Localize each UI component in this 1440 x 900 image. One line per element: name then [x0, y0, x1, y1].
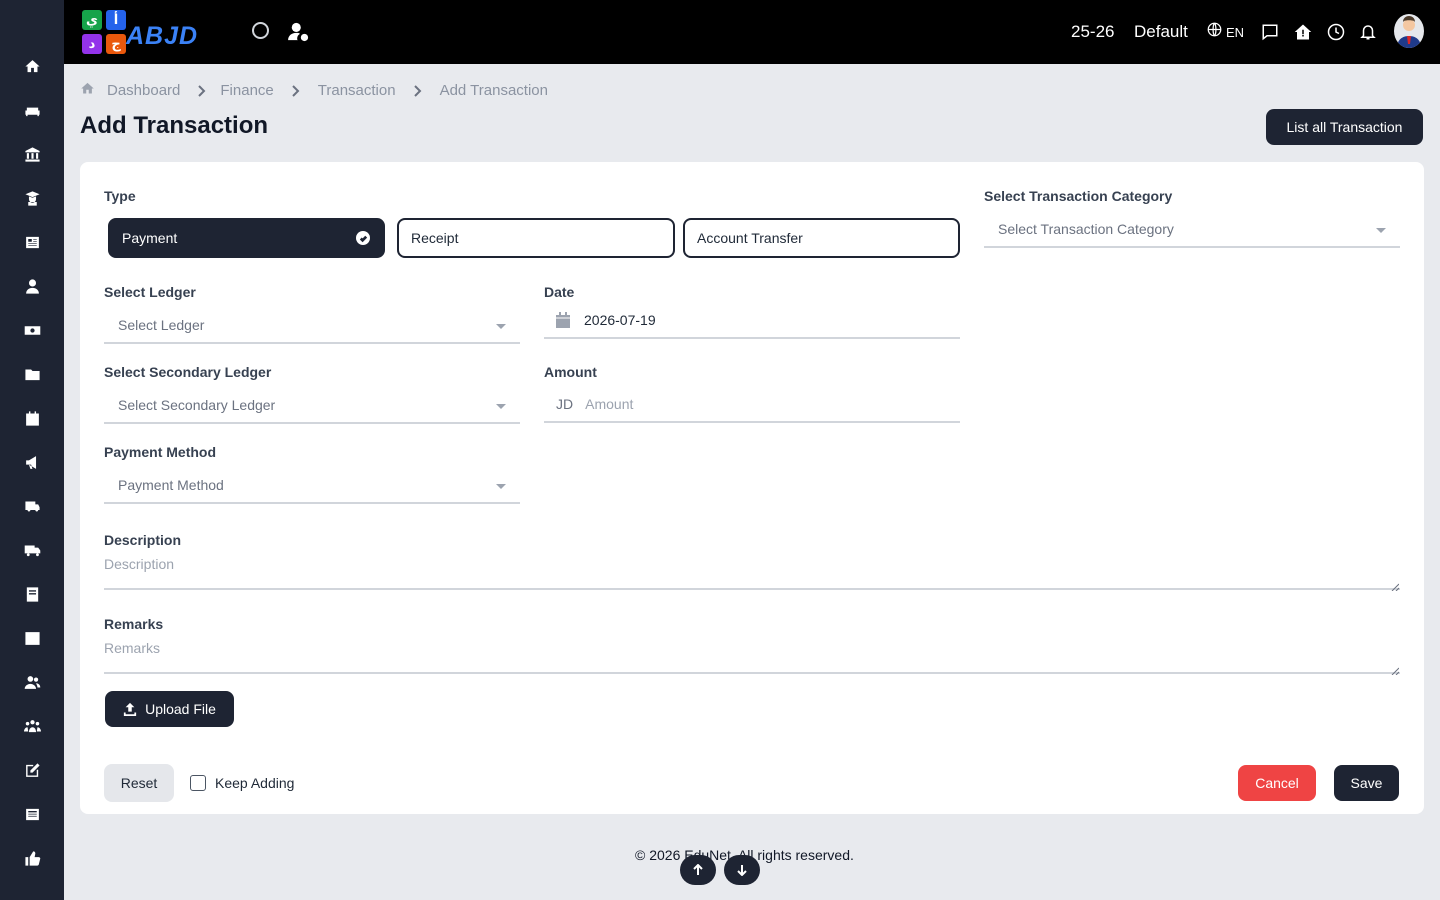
breadcrumb-finance[interactable]: Finance — [220, 82, 273, 99]
date-field[interactable]: 2026-07-19 — [544, 303, 960, 339]
logo-block: أ — [106, 10, 126, 30]
logo-block: ي — [82, 10, 102, 30]
users-icon[interactable] — [22, 672, 42, 692]
image-icon[interactable] — [22, 628, 42, 648]
user-icon[interactable] — [22, 276, 42, 296]
scroll-down-button[interactable] — [724, 855, 760, 885]
globe-icon — [1207, 22, 1222, 42]
truck-icon[interactable] — [22, 540, 42, 560]
logo-block: د — [82, 34, 102, 54]
resize-handle-icon[interactable] — [1391, 578, 1400, 592]
remarks-label: Remarks — [104, 616, 164, 632]
chevron-right-icon — [292, 84, 300, 97]
arrow-up-icon — [692, 864, 704, 876]
group-icon[interactable] — [22, 716, 42, 736]
graduate-icon[interactable] — [22, 188, 42, 208]
calendar-icon[interactable] — [22, 408, 42, 428]
category-select[interactable]: Select Transaction Category — [984, 212, 1400, 248]
upload-file-button[interactable]: Upload File — [105, 691, 234, 727]
book-icon[interactable] — [22, 584, 42, 604]
arrow-down-icon — [736, 864, 748, 876]
payment-method-label: Payment Method — [104, 444, 217, 460]
language-selector[interactable]: EN — [1207, 0, 1244, 64]
breadcrumb: Dashboard Finance Transaction Add Transa… — [80, 80, 548, 100]
chevron-down-icon — [496, 324, 506, 329]
bell-icon[interactable] — [1359, 0, 1377, 64]
home-icon[interactable] — [22, 56, 42, 76]
type-receipt-button[interactable]: Receipt — [397, 218, 675, 258]
logo-block: ج — [106, 34, 126, 54]
topbar: ي أ د ج ABJD 25-26 Default EN — [64, 0, 1440, 64]
sidebar — [0, 0, 64, 900]
calendar-icon — [556, 312, 570, 328]
list-all-transaction-button[interactable]: List all Transaction — [1266, 109, 1423, 145]
chevron-right-icon — [413, 84, 422, 97]
keep-adding-checkbox[interactable]: Keep Adding — [190, 775, 294, 791]
date-label: Date — [544, 284, 575, 300]
home-icon[interactable] — [80, 81, 95, 100]
user-settings-icon[interactable] — [288, 22, 310, 42]
bank-icon[interactable] — [22, 144, 42, 164]
session-year[interactable]: 25-26 — [1071, 0, 1114, 64]
edit-icon[interactable] — [22, 760, 42, 780]
chevron-down-icon — [496, 404, 506, 409]
home-alert-icon[interactable] — [1294, 0, 1312, 64]
description-textarea[interactable]: Description — [104, 554, 1400, 592]
chevron-down-icon — [496, 484, 506, 489]
type-account-transfer-button[interactable]: Account Transfer — [683, 218, 960, 258]
secondary-ledger-label: Select Secondary Ledger — [104, 364, 272, 380]
page-title: Add Transaction — [80, 112, 269, 139]
remarks-textarea[interactable]: Remarks — [104, 638, 1400, 676]
secondary-ledger-select[interactable]: Select Secondary Ledger — [104, 388, 520, 424]
ledger-select[interactable]: Select Ledger — [104, 308, 520, 344]
logo-text: ABJD — [126, 22, 199, 50]
resize-handle-icon[interactable] — [1391, 662, 1400, 676]
cancel-button[interactable]: Cancel — [1238, 765, 1316, 801]
transaction-form-card: Type Payment Receipt Account Transfer Se… — [80, 162, 1424, 814]
currency-prefix: JD — [556, 396, 574, 412]
breadcrumb-transaction[interactable]: Transaction — [318, 82, 396, 99]
sofa-icon[interactable] — [22, 100, 42, 120]
ledger-label: Select Ledger — [104, 284, 196, 300]
breadcrumb-dashboard[interactable]: Dashboard — [107, 82, 180, 99]
folder-icon[interactable] — [22, 364, 42, 384]
amount-input[interactable]: Amount — [585, 396, 633, 412]
avatar[interactable] — [1394, 14, 1424, 48]
checkbox[interactable] — [190, 775, 206, 791]
thumbs-up-icon[interactable] — [22, 848, 42, 868]
money-icon[interactable] — [22, 320, 42, 340]
type-label: Type — [104, 188, 136, 204]
payment-method-select[interactable]: Payment Method — [104, 468, 520, 504]
school-bus-icon[interactable] — [22, 496, 42, 516]
megaphone-icon[interactable] — [22, 452, 42, 472]
upload-icon — [123, 702, 137, 716]
news-icon[interactable] — [22, 804, 42, 824]
profile-selector[interactable]: Default — [1134, 0, 1188, 64]
amount-field[interactable]: JD Amount — [544, 387, 960, 423]
reset-button[interactable]: Reset — [104, 764, 174, 802]
chevron-right-icon — [198, 84, 206, 97]
amount-label: Amount — [544, 364, 597, 380]
chat-icon[interactable] — [1261, 0, 1279, 64]
loading-circle-icon[interactable] — [252, 22, 269, 39]
scroll-up-button[interactable] — [680, 855, 716, 885]
description-label: Description — [104, 532, 182, 548]
check-circle-icon — [356, 231, 370, 245]
type-payment-button[interactable]: Payment — [108, 218, 385, 258]
app-logo[interactable]: ي أ د ج ABJD — [80, 8, 224, 56]
chevron-down-icon — [1376, 228, 1386, 233]
save-button[interactable]: Save — [1334, 765, 1399, 801]
breadcrumb-add-transaction: Add Transaction — [439, 81, 548, 99]
newspaper-icon[interactable] — [22, 232, 42, 252]
clock-icon[interactable] — [1327, 0, 1345, 64]
category-label: Select Transaction Category — [984, 188, 1173, 204]
